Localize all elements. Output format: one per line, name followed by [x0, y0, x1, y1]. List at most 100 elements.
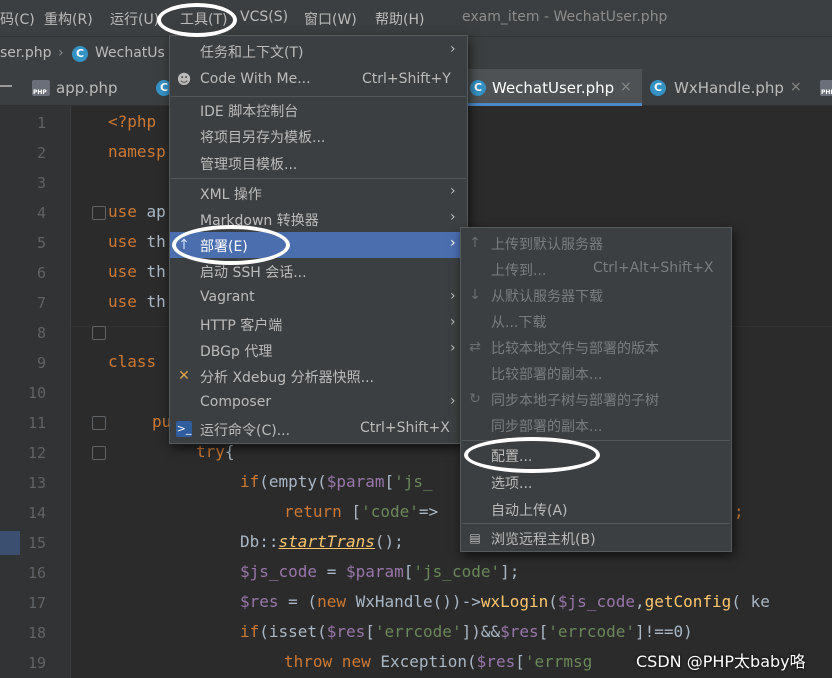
- menu-vcs[interactable]: VCS(S): [240, 9, 288, 25]
- menu-item-markdown-converter[interactable]: Markdown 转换器 ›: [170, 206, 467, 232]
- code-line-12: try{: [196, 442, 235, 461]
- fold-icon[interactable]: [92, 446, 106, 460]
- tab-app-php[interactable]: app.php: [24, 69, 154, 105]
- menu-item-tasks[interactable]: 任务和上下文(T) ›: [170, 38, 467, 64]
- class-icon: C: [72, 46, 88, 62]
- chevron-right-icon: ›: [450, 235, 456, 251]
- menu-item-label: 任务和上下文(T): [200, 45, 304, 61]
- code-token: (empty(: [259, 472, 327, 491]
- menu-item-label: 同步本地子树与部署的子树: [491, 393, 659, 409]
- fold-icon[interactable]: [92, 206, 106, 220]
- code-token: return: [284, 502, 342, 521]
- menu-item-ssh-session[interactable]: 启动 SSH 会话...: [170, 258, 467, 284]
- menu-help[interactable]: 帮助(H): [375, 9, 424, 29]
- menu-item-ide-script-console[interactable]: IDE 脚本控制台: [170, 97, 467, 123]
- code-token: $res: [326, 622, 366, 641]
- menu-item-dbgp-proxy[interactable]: DBGp 代理 ›: [170, 337, 467, 363]
- code-line-17: $res = (new WxHandle())->wxLogin($js_cod…: [240, 592, 770, 611]
- menu-item-configuration[interactable]: 配置...: [461, 442, 731, 468]
- menu-separator: [171, 178, 466, 179]
- code-token: [: [341, 502, 362, 521]
- code-token: ( ke: [731, 592, 770, 611]
- code-token: try: [196, 442, 225, 461]
- code-token: WxHandle())->: [345, 592, 481, 611]
- terminal-icon: >_: [176, 421, 192, 437]
- menu-item-label: HTTP 客户端: [200, 318, 283, 334]
- remote-host-icon: ▤: [469, 531, 481, 545]
- menu-item-compare-deployed[interactable]: 比较部署的副本...: [461, 360, 731, 386]
- code-token: $res: [476, 652, 516, 671]
- tab-label: WechatUser.php: [492, 79, 615, 97]
- menu-bar: 码(C) 重构(R) 运行(U) 工具(T) VCS(S) 窗口(W) 帮助(H…: [0, 0, 832, 36]
- tab-wxhandle-php[interactable]: C WxHandle.php ×: [644, 69, 810, 105]
- code-token: ]!==0): [634, 622, 693, 641]
- code-token: new: [317, 592, 346, 611]
- menu-item-code-with-me[interactable]: ☻ Code With Me... Ctrl+Shift+Y: [170, 67, 467, 93]
- download-icon: ↓: [469, 287, 481, 303]
- fold-icon[interactable]: [92, 416, 106, 430]
- menu-item-compare-local[interactable]: ⇄ 比较本地文件与部署的版本: [461, 334, 731, 360]
- code-token: new: [332, 652, 371, 671]
- tab-label: app.php: [56, 79, 118, 97]
- chevron-right-icon: ›: [450, 288, 456, 304]
- menu-item-upload-default[interactable]: ↑ 上传到默认服务器: [461, 230, 731, 256]
- menu-item-label: Code With Me...: [200, 71, 311, 87]
- breadcrumb-file[interactable]: ser.php: [0, 45, 51, 61]
- menu-item-auto-upload[interactable]: 自动上传(A): [461, 496, 731, 522]
- code-line-18: if(isset($res['errcode'])&&$res['errcode…: [240, 622, 693, 641]
- menu-window[interactable]: 窗口(W): [304, 9, 357, 29]
- menu-item-http-client[interactable]: HTTP 客户端 ›: [170, 311, 467, 337]
- chevron-right-icon: ›: [450, 41, 456, 57]
- code-token: use: [108, 262, 137, 281]
- menu-item-deployment[interactable]: ↑ 部署(E) ›: [170, 232, 467, 258]
- menu-item-composer[interactable]: Composer ›: [170, 390, 467, 416]
- menu-item-upload-to[interactable]: 上传到... Ctrl+Alt+Shift+X: [461, 256, 731, 282]
- fold-icon[interactable]: [92, 326, 106, 340]
- code-line-1: <?php: [108, 112, 156, 131]
- menu-run[interactable]: 运行(U): [110, 9, 159, 29]
- menu-item-download-from[interactable]: 从...下载: [461, 308, 731, 334]
- menu-item-run-command[interactable]: >_ 运行命令(C)... Ctrl+Shift+X: [170, 416, 467, 442]
- deployment-submenu: ↑ 上传到默认服务器 上传到... Ctrl+Alt+Shift+X ↓ 从默认…: [460, 227, 732, 552]
- code-line-19: throw new Exception($res['errmsg: [284, 652, 592, 671]
- code-token: $js_code: [557, 592, 635, 611]
- menu-item-save-as-template[interactable]: 将项目另存为模板...: [170, 123, 467, 149]
- menu-item-browse-remote[interactable]: ▤ 浏览远程主机(B): [461, 525, 731, 551]
- line-number: 13: [27, 474, 46, 492]
- menu-item-xml-actions[interactable]: XML 操作 ›: [170, 180, 467, 206]
- menu-item-label: IDE 脚本控制台: [200, 104, 299, 120]
- tab-wechatuser-php[interactable]: C WechatUser.php ×: [464, 69, 642, 106]
- tab-overflow-icon[interactable]: [0, 85, 12, 87]
- line-number: 1: [36, 114, 46, 132]
- code-token: $res: [500, 622, 539, 641]
- compare-icon: ⇄: [469, 339, 481, 355]
- code-token: 'errmsg: [524, 652, 593, 671]
- menu-refactor[interactable]: 重构(R): [44, 9, 93, 29]
- line-number: 18: [27, 624, 46, 642]
- line-number: 10: [27, 384, 46, 402]
- menu-item-vagrant[interactable]: Vagrant ›: [170, 285, 467, 311]
- breadcrumb-class[interactable]: WechatUs: [95, 45, 165, 61]
- line-number: 15: [27, 534, 46, 552]
- code-token: class: [108, 352, 157, 371]
- menu-code[interactable]: 码(C): [0, 9, 35, 29]
- close-icon[interactable]: ×: [790, 79, 802, 95]
- menu-item-options[interactable]: 选项...: [461, 469, 731, 495]
- menu-item-xdebug-snapshot[interactable]: ✕ 分析 Xdebug 分析器快照...: [170, 363, 467, 389]
- menu-tools[interactable]: 工具(T): [180, 9, 227, 29]
- chevron-right-icon: ›: [450, 340, 456, 356]
- code-token: [: [403, 562, 414, 581]
- menu-item-sync-deployed[interactable]: 同步部署的副本...: [461, 412, 731, 438]
- menu-item-manage-templates[interactable]: 管理项目模板...: [170, 150, 467, 176]
- menu-item-download-default[interactable]: ↓ 从默认服务器下载: [461, 282, 731, 308]
- menu-item-shortcut: Ctrl+Alt+Shift+X: [593, 260, 714, 276]
- menu-item-sync-subtree[interactable]: ↻ 同步本地子树与部署的子树: [461, 386, 731, 412]
- line-number: 12: [27, 444, 46, 462]
- code-token: ,: [634, 592, 645, 611]
- line-number: 8: [36, 324, 46, 342]
- line-number: 3: [36, 174, 46, 192]
- user-icon: ☻: [176, 72, 192, 88]
- close-icon[interactable]: ×: [620, 79, 632, 95]
- code-line-9: class: [108, 352, 156, 371]
- line-number: 14: [27, 504, 46, 522]
